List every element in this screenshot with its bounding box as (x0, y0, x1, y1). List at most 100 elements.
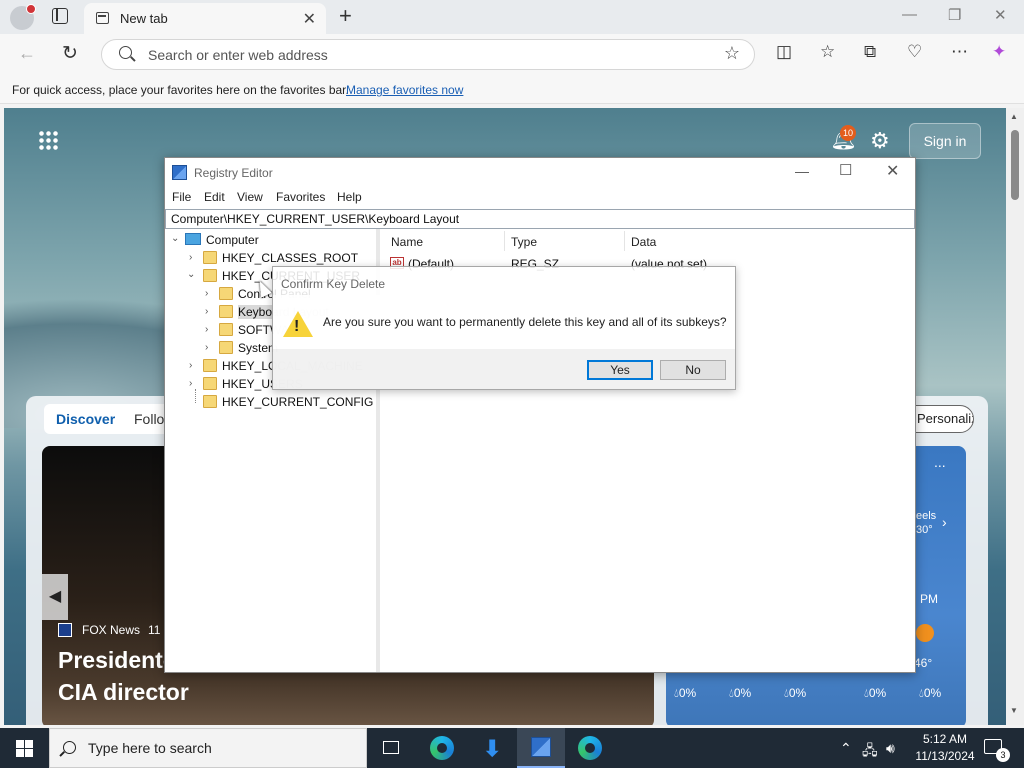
weather-temp: 46° (914, 656, 933, 670)
profile-avatar[interactable] (10, 4, 36, 30)
copilot-icon[interactable]: ✦ (992, 42, 1006, 62)
tab-new-tab[interactable]: New tab ✕ (84, 3, 326, 34)
download-icon: ⬇ (483, 736, 502, 761)
expand-arrow-icon[interactable]: › (205, 288, 208, 299)
split-screen-icon[interactable]: ◫ (776, 42, 792, 62)
yes-button[interactable]: Yes (587, 360, 653, 380)
dialog-body: ! Are you sure you want to permanently d… (273, 295, 735, 349)
scroll-thumb[interactable] (1011, 130, 1019, 200)
notification-badge: 3 (996, 748, 1010, 762)
scroll-down-icon[interactable]: ▼ (1010, 706, 1018, 715)
edge-icon (578, 736, 602, 760)
task-view-button[interactable] (368, 728, 416, 768)
column-header-name[interactable]: Name (391, 235, 423, 249)
column-header-type[interactable]: Type (511, 235, 537, 249)
clock-date[interactable]: 11/13/2024 (910, 749, 980, 763)
news-source: FOX News (82, 623, 141, 637)
sun-icon (916, 624, 934, 642)
weather-next-icon[interactable]: › (942, 514, 947, 530)
browser-minimize-button[interactable]: — (902, 6, 917, 23)
browser-restore-button[interactable]: ❐ (948, 6, 961, 24)
tab-actions-icon[interactable] (52, 8, 68, 24)
precip-value: 💧︎0% (674, 686, 697, 700)
address-input[interactable] (148, 46, 708, 64)
collapse-arrow-icon[interactable]: ⌄ (171, 233, 179, 244)
browser-essentials-icon[interactable]: ♡ (907, 42, 922, 62)
taskbar-edge-2[interactable] (566, 728, 614, 768)
menu-favorites[interactable]: Favorites (276, 190, 325, 204)
maximize-button[interactable]: ☐ (839, 161, 852, 179)
network-icon[interactable]: 🖧︎ (862, 740, 878, 764)
favorites-icon[interactable]: ☆ (820, 42, 835, 62)
menu-bar: File Edit View Favorites Help (165, 188, 915, 208)
apps-launcher-icon[interactable] (38, 130, 58, 150)
expand-arrow-icon[interactable]: › (189, 360, 192, 371)
browser-close-button[interactable]: ✕ (994, 6, 1007, 24)
collapse-arrow-icon[interactable]: ⌄ (187, 269, 195, 280)
personalize-label: Personalize (917, 411, 973, 426)
tab-discover[interactable]: Discover (56, 411, 115, 427)
expand-arrow-icon[interactable]: › (205, 342, 208, 353)
no-button[interactable]: No (660, 360, 726, 380)
weather-more-icon[interactable]: ... (934, 454, 946, 470)
taskbar-search-input[interactable] (88, 740, 348, 756)
tree-label: HKEY_CLASSES_ROOT (222, 251, 359, 265)
edge-icon (430, 736, 454, 760)
refresh-button[interactable]: ↻ (62, 42, 78, 65)
tree-item-computer[interactable]: ⌄ Computer (165, 231, 375, 249)
more-menu-icon[interactable]: ⋯ (951, 42, 968, 62)
dialog-title[interactable]: Confirm Key Delete (281, 277, 385, 291)
column-divider[interactable] (624, 231, 625, 251)
taskbar-downloads[interactable]: ⬇ (467, 728, 515, 768)
column-divider[interactable] (504, 231, 505, 251)
new-tab-button[interactable]: + (339, 3, 352, 29)
folder-icon (203, 251, 217, 264)
address-path[interactable]: Computer\HKEY_CURRENT_USER\Keyboard Layo… (165, 209, 915, 229)
minimize-button[interactable]: — (795, 163, 809, 179)
tree-label: HKEY_CURRENT_CONFIG (222, 395, 374, 409)
expand-arrow-icon[interactable]: › (205, 306, 208, 317)
computer-icon (185, 233, 201, 245)
tree-item-hkcc[interactable]: HKEY_CURRENT_CONFIG (165, 393, 375, 411)
warning-exclamation-icon: ! (294, 318, 300, 335)
weather-feels-label: eels (916, 510, 937, 522)
column-header-data[interactable]: Data (631, 235, 656, 249)
precip-value: 💧︎0% (919, 686, 942, 700)
add-favorite-icon[interactable]: ☆ (724, 43, 740, 64)
precip-row: 💧︎0% 💧︎0% 💧︎0% 💧︎0% 💧︎0% (674, 686, 964, 704)
tab-close-icon[interactable]: ✕ (303, 9, 316, 29)
taskbar-edge[interactable] (418, 728, 466, 768)
taskbar-registry-editor[interactable] (517, 728, 565, 768)
taskbar-search[interactable] (49, 728, 367, 768)
clock-time[interactable]: 5:12 AM (915, 732, 975, 746)
back-button[interactable]: ← (18, 43, 36, 64)
folder-icon (203, 377, 217, 390)
news-time: 11 (148, 623, 161, 637)
menu-view[interactable]: View (237, 190, 263, 204)
menu-edit[interactable]: Edit (204, 190, 225, 204)
registry-editor-icon (172, 165, 187, 180)
expand-arrow-icon[interactable]: › (189, 378, 192, 389)
manage-favorites-link[interactable]: Manage favorites now (346, 83, 463, 97)
menu-help[interactable]: Help (337, 190, 362, 204)
scroll-up-icon[interactable]: ▲ (1010, 112, 1018, 121)
registry-editor-titlebar[interactable]: Registry Editor — ☐ ✕ (165, 158, 915, 188)
folder-icon (203, 359, 217, 372)
carousel-prev-button[interactable]: ◀ (42, 574, 68, 620)
tree-item-hkcr[interactable]: › HKEY_CLASSES_ROOT (165, 249, 375, 267)
settings-gear-icon[interactable]: ⚙ (870, 128, 890, 154)
volume-icon[interactable]: 🔊︎ (886, 740, 895, 757)
menu-file[interactable]: File (172, 190, 191, 204)
page-scrollbar[interactable]: ▲ ▼ (1006, 108, 1024, 725)
show-hidden-icons[interactable]: ⌃ (840, 740, 852, 757)
start-button[interactable] (16, 740, 33, 757)
expand-arrow-icon[interactable]: › (205, 324, 208, 335)
taskbar: ⬇ ⌃ 🖧︎ 🔊︎ 5:12 AM 11/13/2024 3 (0, 728, 1024, 768)
sign-in-button[interactable]: Sign in (909, 123, 981, 159)
close-button[interactable]: ✕ (886, 161, 899, 181)
collections-icon[interactable]: ⧉ (864, 42, 876, 62)
expand-arrow-icon[interactable]: › (189, 252, 192, 263)
confirm-key-delete-dialog: Confirm Key Delete ! Are you sure you wa… (272, 266, 736, 390)
search-icon (63, 741, 76, 754)
address-bar[interactable]: ☆ (101, 39, 755, 70)
